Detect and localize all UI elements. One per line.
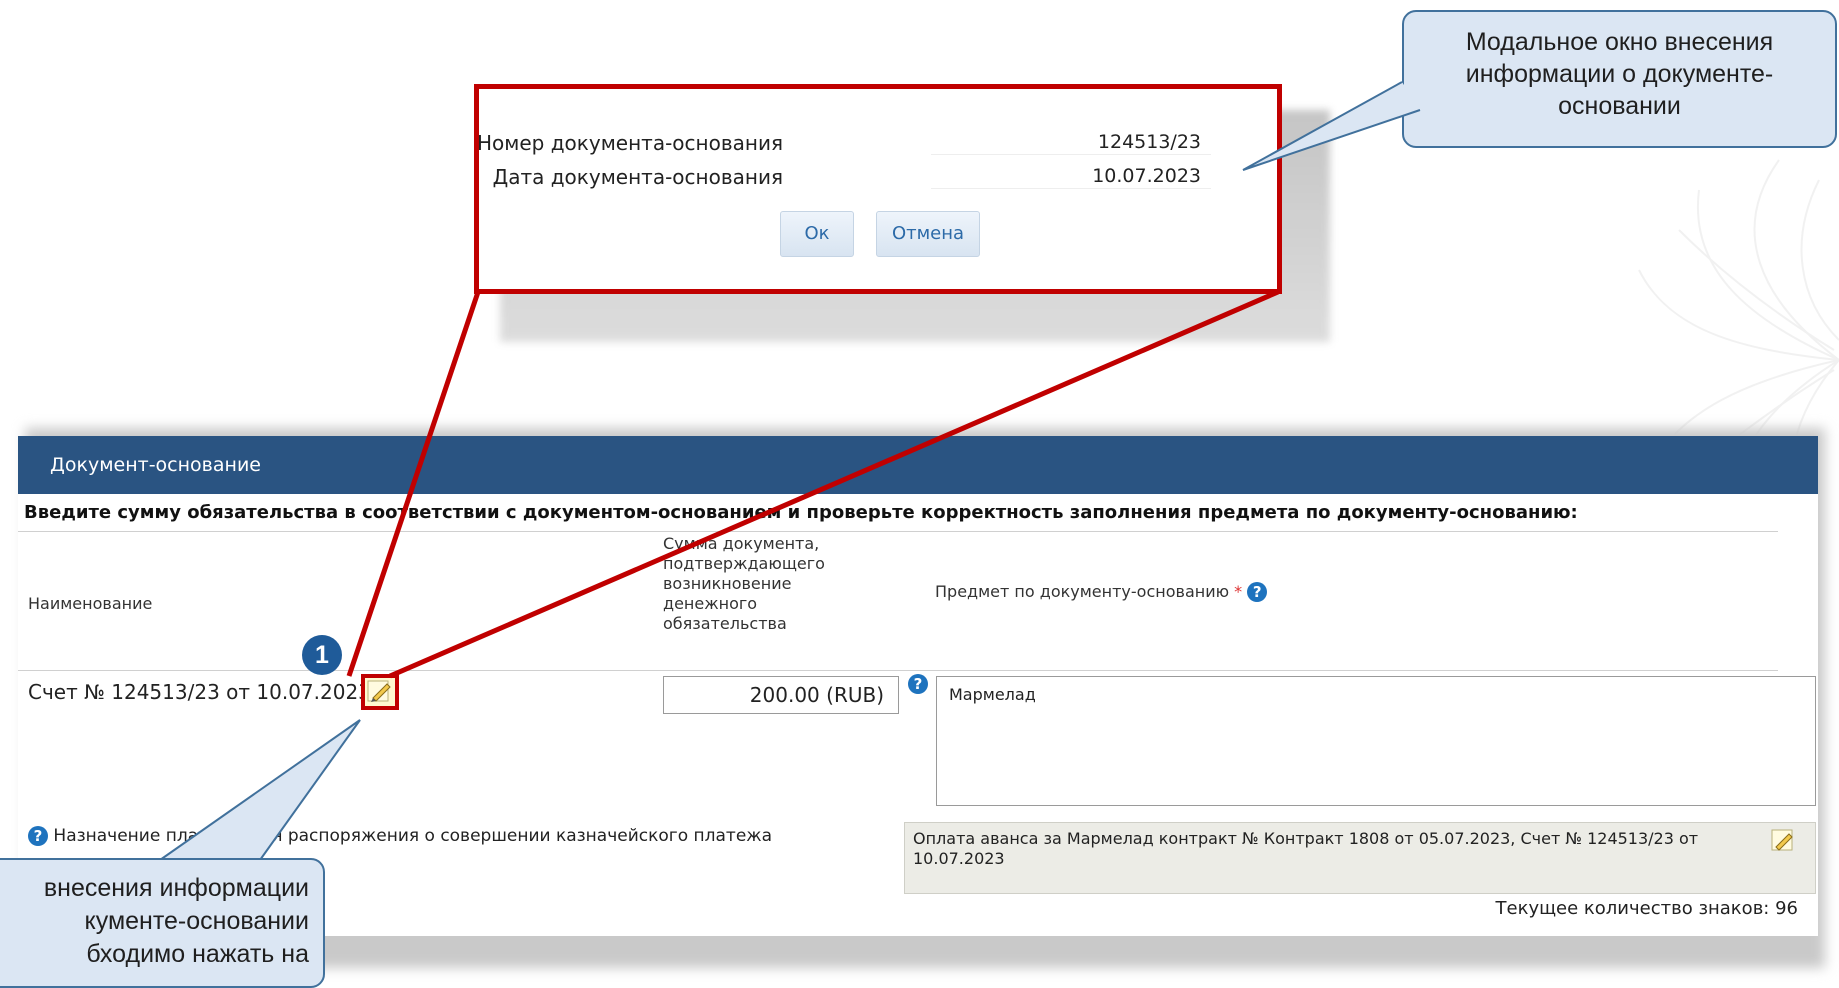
column-header-subject-label: Предмет по документу-основанию [935, 582, 1230, 601]
divider [18, 670, 1778, 671]
doc-date-row: Дата документа-основания 10.07.2023 [493, 163, 1261, 189]
subject-textarea[interactable]: Мармелад [936, 676, 1816, 806]
help-icon[interactable]: ? [908, 674, 928, 694]
doc-date-label: Дата документа-основания [492, 165, 783, 189]
panel-title: Документ-основание [18, 436, 1818, 494]
column-header-name: Наименование [28, 594, 153, 613]
char-count: Текущее количество знаков: 96 [1495, 898, 1799, 919]
callout-bottom-line: кументе-основании [84, 907, 310, 935]
callout-bottom-line: внесения информации [43, 874, 309, 902]
step-badge: 1 [302, 635, 342, 675]
purpose-label: Назначение платежа для распоряжения о со… [53, 826, 773, 846]
basis-document-modal: Номер документа-основания 124513/23 Дата… [474, 84, 1282, 294]
doc-number-row: Номер документа-основания 124513/23 [477, 129, 1261, 155]
column-header-subject: Предмет по документу-основанию * ? [935, 582, 1268, 602]
pencil-edit-icon[interactable] [1770, 828, 1796, 854]
callout-edit-instruction: внесения информации кументе-основании бх… [0, 858, 325, 988]
column-header-amount-line: обязательства [663, 614, 787, 633]
cancel-button[interactable]: Отмена [876, 211, 980, 257]
callout-bottom-line: бходимо нажать на [86, 940, 309, 968]
purpose-field: Оплата аванса за Мармелад контракт № Кон… [904, 822, 1816, 894]
required-mark: * [1234, 582, 1243, 601]
divider [18, 531, 1778, 532]
doc-date-field[interactable]: 10.07.2023 [931, 163, 1211, 189]
doc-number-field[interactable]: 124513/23 [931, 129, 1211, 155]
doc-number-label: Номер документа-основания [477, 131, 783, 155]
column-header-amount: Сумма документа, подтверждающего возникн… [663, 534, 825, 634]
column-header-amount-line: подтверждающего [663, 554, 825, 573]
help-icon[interactable]: ? [28, 826, 48, 846]
basis-document-name: Счет № 124513/23 от 10.07.2023 [28, 680, 371, 704]
callout-modal-description: Модальное окно внесения информации о док… [1402, 10, 1837, 148]
column-header-amount-line: денежного [663, 594, 758, 613]
purpose-label-row: ? Назначение платежа для распоряжения о … [28, 826, 772, 846]
amount-input[interactable]: 200.00 (RUB) [663, 676, 899, 714]
ok-button[interactable]: Ок [780, 211, 854, 257]
pencil-edit-icon[interactable] [361, 674, 399, 710]
instruction-text: Введите сумму обязательства в соответств… [24, 502, 1578, 523]
help-icon[interactable]: ? [1247, 582, 1268, 602]
column-header-amount-line: возникновение [663, 574, 792, 593]
callout-top-text: Модальное окно внесения информации о док… [1465, 28, 1774, 120]
column-header-amount-line: Сумма документа, [663, 534, 820, 553]
